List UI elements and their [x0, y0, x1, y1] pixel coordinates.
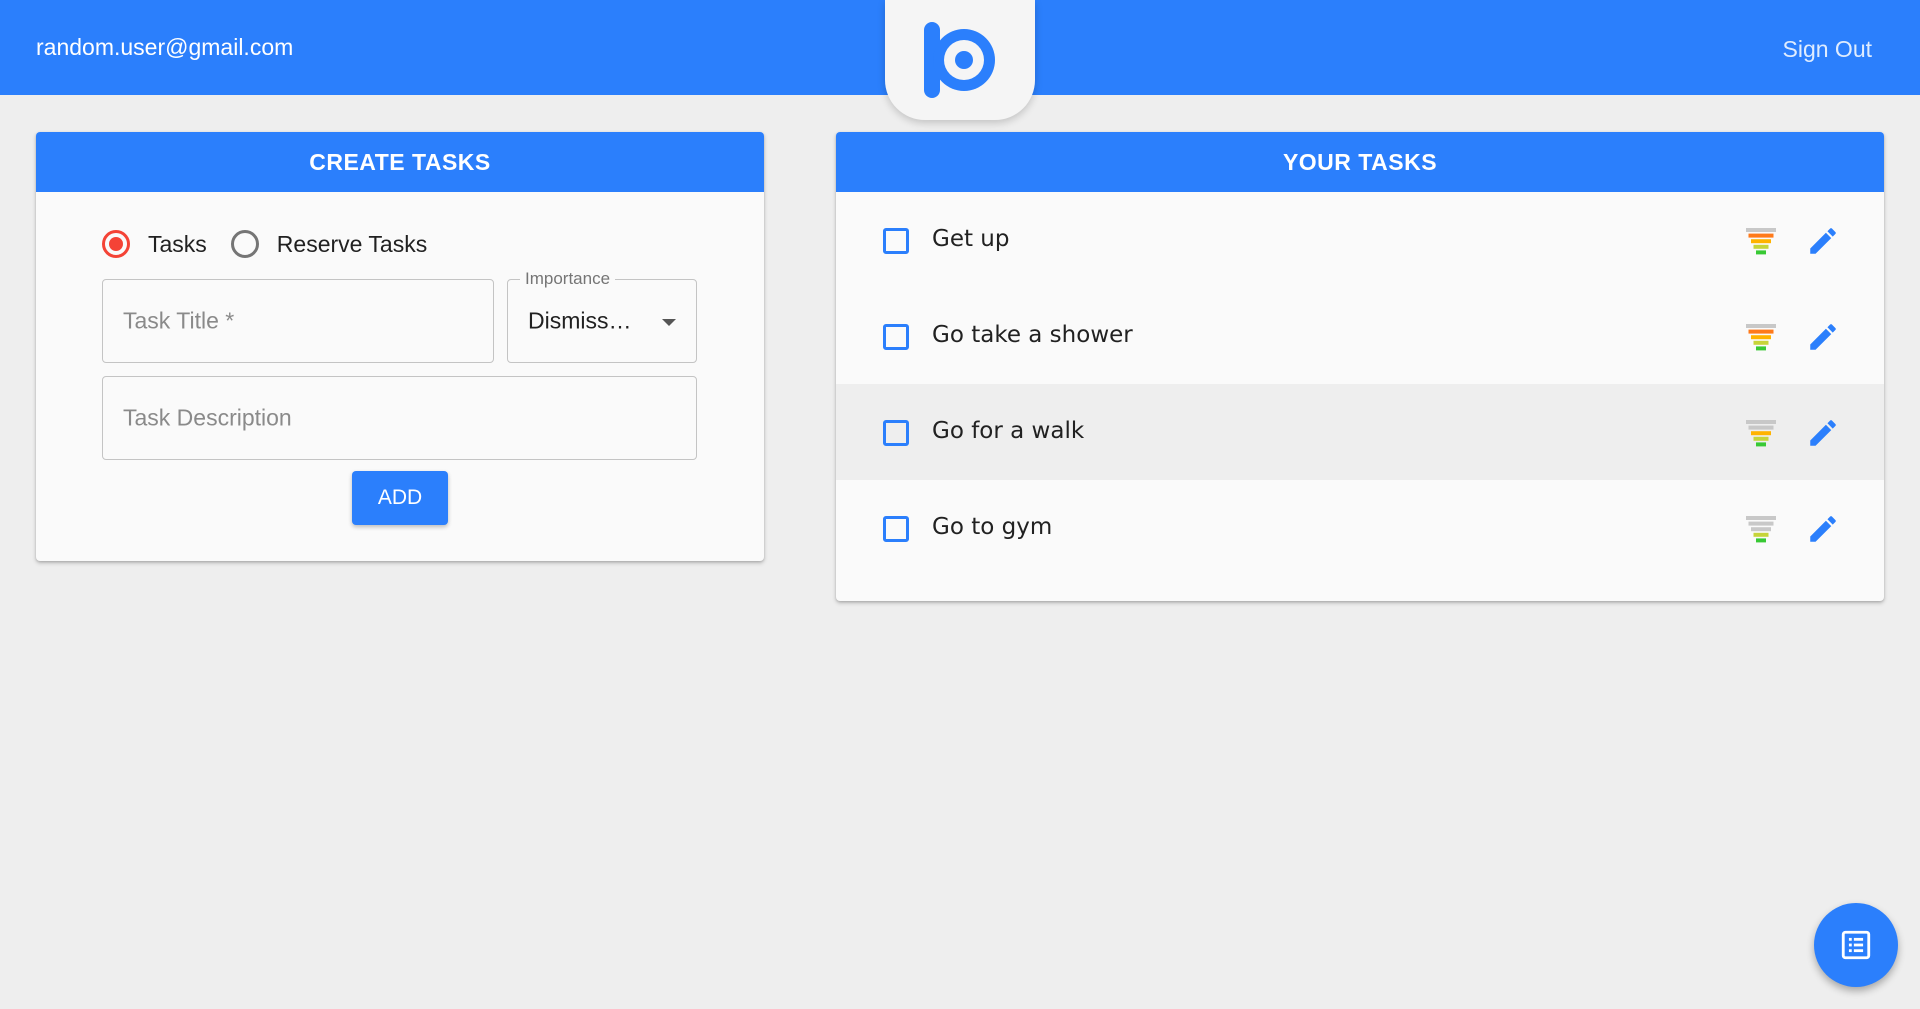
task-row[interactable]: Go take a shower [836, 288, 1884, 384]
radio-unchecked-icon[interactable] [230, 230, 259, 258]
priority-bar [1753, 532, 1769, 537]
priority-bar [1746, 516, 1776, 520]
sign-out-button[interactable]: Sign Out [1783, 36, 1873, 63]
create-tasks-panel: CREATE TASKS Tasks Reserve Tasks Task Ti… [36, 132, 764, 561]
task-row[interactable]: Go to gym [836, 480, 1884, 576]
your-tasks-panel: YOUR TASKS Get up Go take a shower Go fo… [836, 132, 1884, 601]
task-checkbox[interactable] [883, 516, 909, 542]
task-checkbox[interactable] [883, 420, 909, 446]
priority-bar [1746, 228, 1776, 232]
priority-bar [1746, 324, 1776, 328]
radio-checked-icon[interactable] [102, 230, 130, 258]
dropdown-arrow-icon [662, 319, 676, 326]
priority-bar [1751, 335, 1771, 340]
priority-bar [1748, 425, 1774, 430]
task-row[interactable]: Go for a walk [836, 384, 1884, 480]
edit-icon[interactable] [1806, 224, 1840, 258]
logo-badge[interactable] [885, 0, 1035, 120]
priority-funnel-icon [1746, 516, 1776, 543]
task-row[interactable]: Get up [836, 192, 1884, 288]
priority-bar [1756, 346, 1766, 351]
priority-bar [1748, 233, 1774, 238]
list-icon [1841, 930, 1871, 960]
edit-icon[interactable] [1806, 512, 1840, 546]
create-tasks-title: CREATE TASKS [36, 132, 764, 192]
task-description-input[interactable]: Task Description [102, 376, 697, 460]
radio-reserve-tasks[interactable]: Reserve Tasks [230, 230, 428, 258]
priority-bar [1756, 442, 1766, 447]
priority-bar [1751, 239, 1771, 244]
importance-select[interactable]: Importance Dismiss… [507, 269, 697, 363]
list-view-fab[interactable] [1814, 903, 1898, 987]
priority-bar [1748, 521, 1774, 526]
priority-funnel-icon [1746, 228, 1776, 255]
priority-funnel-icon [1746, 420, 1776, 447]
task-checkbox[interactable] [883, 324, 909, 350]
task-title: Get up [932, 226, 1010, 252]
priority-bar [1746, 420, 1776, 424]
priority-bar [1751, 431, 1771, 436]
task-title: Go to gym [932, 514, 1053, 540]
task-title-placeholder: Task Title * [123, 307, 235, 334]
task-title: Go take a shower [932, 322, 1133, 348]
task-description-placeholder: Task Description [123, 404, 292, 431]
task-title: Go for a walk [932, 418, 1085, 444]
priority-bar [1748, 329, 1774, 334]
importance-value: Dismiss… [528, 307, 632, 334]
user-email: random.user@gmail.com [36, 34, 294, 60]
priority-funnel-icon [1746, 324, 1776, 351]
edit-icon[interactable] [1806, 320, 1840, 354]
priority-bar [1756, 250, 1766, 255]
task-title-input[interactable]: Task Title * [102, 279, 494, 363]
task-checkbox[interactable] [883, 228, 909, 254]
priority-bar [1753, 340, 1769, 345]
radio-tasks[interactable]: Tasks [102, 230, 207, 258]
task-type-radio-group: Tasks Reserve Tasks [102, 230, 451, 258]
add-task-button[interactable]: ADD [352, 471, 448, 525]
priority-bar [1753, 244, 1769, 249]
priority-bar [1756, 538, 1766, 543]
task-list: Get up Go take a shower Go for a walk Go… [836, 192, 1884, 576]
app-logo-icon [924, 22, 995, 98]
priority-bar [1751, 527, 1771, 532]
radio-reserve-tasks-label: Reserve Tasks [276, 230, 428, 257]
priority-bar [1753, 436, 1769, 441]
edit-icon[interactable] [1806, 416, 1840, 450]
radio-tasks-label: Tasks [148, 230, 207, 257]
your-tasks-title: YOUR TASKS [836, 132, 1884, 192]
importance-label: Importance [520, 269, 616, 289]
